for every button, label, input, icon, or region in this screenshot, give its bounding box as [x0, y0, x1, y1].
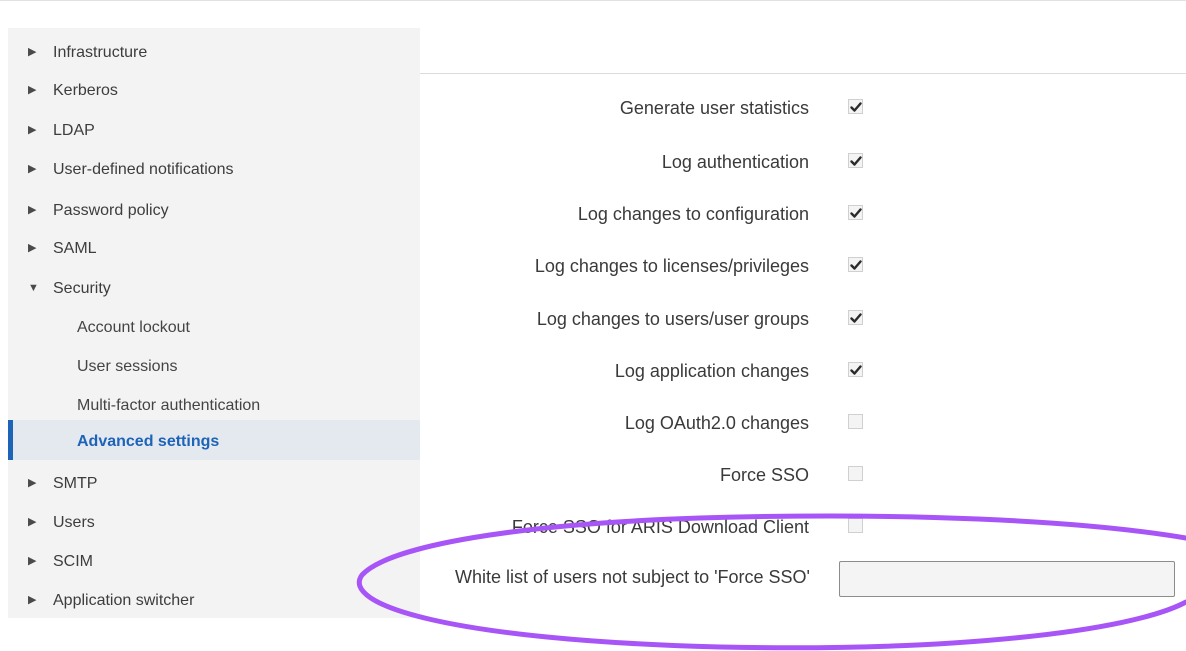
- sidebar-item-label: Application switcher: [53, 592, 195, 609]
- expand-arrow-icon: ▶: [28, 84, 37, 96]
- sidebar-item-user-defined-notifications[interactable]: ▶ User-defined notifications: [8, 150, 420, 190]
- setting-row-force-sso: Force SSO: [420, 456, 1186, 496]
- sidebar-item-label: Infrastructure: [53, 44, 148, 61]
- expand-arrow-icon: ▶: [28, 124, 37, 136]
- setting-row-log-oauth-changes: Log OAuth2.0 changes: [420, 404, 1186, 444]
- sidebar-item-security[interactable]: ▼ Security: [8, 269, 420, 309]
- sidebar-item-kerberos[interactable]: ▶ Kerberos: [8, 71, 420, 111]
- sidebar-item-label: Security: [53, 280, 111, 297]
- expand-arrow-icon: ▶: [28, 204, 37, 216]
- expand-arrow-icon: ▶: [28, 477, 37, 489]
- sidebar-item-label: User-defined notifications: [53, 161, 234, 178]
- sidebar-item-user-sessions[interactable]: User sessions: [8, 347, 420, 387]
- expand-arrow-icon: ▶: [28, 242, 37, 254]
- setting-label: Generate user statistics: [619, 98, 809, 118]
- checkbox-log-authentication[interactable]: [848, 153, 863, 168]
- sidebar-item-ldap[interactable]: ▶ LDAP: [8, 111, 420, 151]
- checkbox-log-changes-to-licenses[interactable]: [848, 257, 863, 272]
- setting-row-log-changes-to-configuration: Log changes to configuration: [420, 195, 1186, 235]
- expand-arrow-icon: ▶: [28, 555, 37, 567]
- checkbox-log-changes-to-configuration[interactable]: [848, 205, 863, 220]
- sidebar-item-label: Password policy: [53, 202, 169, 219]
- sidebar-nav: ▶ Infrastructure ▶ Kerberos ▶ LDAP ▶ Use…: [8, 28, 420, 618]
- checkbox-log-oauth-changes[interactable]: [848, 414, 863, 429]
- checkmark-icon: [850, 102, 862, 112]
- sidebar-item-label: Account lockout: [77, 319, 190, 336]
- setting-label: Log application changes: [614, 361, 809, 381]
- sidebar-item-application-switcher[interactable]: ▶ Application switcher: [8, 581, 420, 621]
- checkbox-log-application-changes[interactable]: [848, 362, 863, 377]
- checkmark-icon: [850, 260, 862, 270]
- setting-label: Force SSO: [719, 465, 809, 485]
- setting-row-log-authentication: Log authentication: [420, 143, 1186, 183]
- sidebar-item-label: Users: [53, 514, 95, 531]
- sidebar-item-smtp[interactable]: ▶ SMTP: [8, 464, 420, 504]
- setting-row-log-changes-to-licenses: Log changes to licenses/privileges: [420, 247, 1186, 287]
- sidebar-item-label: Multi-factor authentication: [77, 397, 261, 414]
- sidebar-item-label: SCIM: [53, 553, 93, 570]
- sidebar-item-label: User sessions: [77, 358, 178, 375]
- checkbox-force-sso-download-client[interactable]: [848, 518, 863, 533]
- expand-arrow-icon: ▶: [28, 516, 37, 528]
- whitelist-input[interactable]: [839, 561, 1175, 597]
- active-indicator: [8, 420, 13, 460]
- expand-arrow-icon: ▶: [28, 46, 37, 58]
- setting-row-force-sso-download-client: Force SSO for ARIS Download Client: [420, 508, 1186, 548]
- sidebar-item-account-lockout[interactable]: Account lockout: [8, 308, 420, 348]
- setting-label: Log authentication: [661, 152, 809, 172]
- checkmark-icon: [850, 313, 862, 323]
- sidebar-item-password-policy[interactable]: ▶ Password policy: [8, 191, 420, 231]
- checkbox-force-sso[interactable]: [848, 466, 863, 481]
- setting-label: Log changes to licenses/privileges: [534, 256, 809, 276]
- checkmark-icon: [850, 156, 862, 166]
- content-header-divider: [420, 73, 1186, 74]
- setting-label: Log OAuth2.0 changes: [624, 413, 809, 433]
- sidebar-item-advanced-settings[interactable]: Advanced settings: [8, 420, 420, 460]
- sidebar-item-users[interactable]: ▶ Users: [8, 503, 420, 543]
- expand-arrow-icon: ▶: [28, 163, 37, 175]
- setting-row-log-application-changes: Log application changes: [420, 352, 1186, 392]
- checkbox-log-changes-to-users[interactable]: [848, 310, 863, 325]
- sidebar-item-scim[interactable]: ▶ SCIM: [8, 542, 420, 582]
- top-border: [0, 0, 1186, 5]
- sidebar-item-label: SAML: [53, 240, 97, 257]
- setting-row-log-changes-to-users: Log changes to users/user groups: [420, 300, 1186, 340]
- sidebar-item-label: LDAP: [53, 122, 95, 139]
- setting-label: Force SSO for ARIS Download Client: [511, 517, 809, 537]
- checkmark-icon: [850, 208, 862, 218]
- setting-row-generate-user-statistics: Generate user statistics: [420, 89, 1186, 129]
- sidebar-item-saml[interactable]: ▶ SAML: [8, 229, 420, 269]
- whitelist-label: White list of users not subject to 'Forc…: [454, 567, 810, 587]
- expand-arrow-icon: ▶: [28, 594, 37, 606]
- sidebar-item-label: SMTP: [53, 475, 98, 492]
- checkmark-icon: [850, 365, 862, 375]
- sidebar-item-label: Advanced settings: [77, 433, 220, 450]
- setting-label: Log changes to users/user groups: [536, 309, 809, 329]
- setting-label: Log changes to configuration: [577, 204, 809, 224]
- collapse-arrow-icon: ▼: [28, 282, 39, 294]
- checkbox-generate-user-statistics[interactable]: [848, 99, 863, 114]
- sidebar-item-label: Kerberos: [53, 82, 118, 99]
- sidebar-item-infrastructure[interactable]: ▶ Infrastructure: [8, 33, 420, 73]
